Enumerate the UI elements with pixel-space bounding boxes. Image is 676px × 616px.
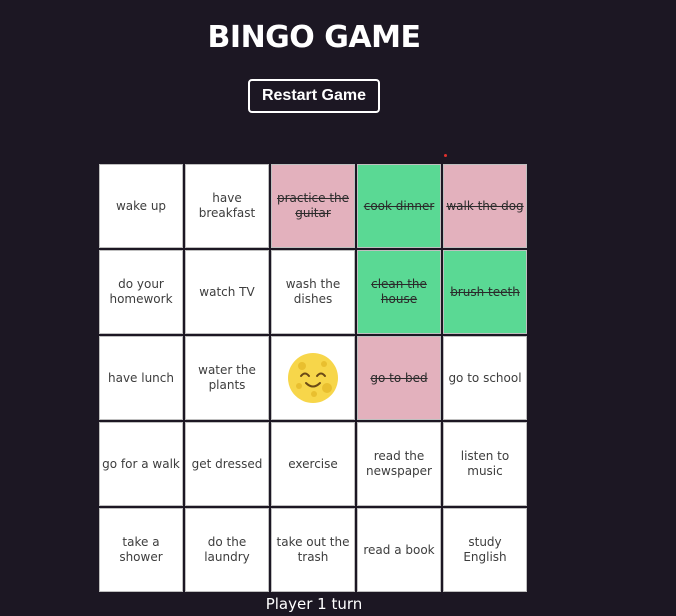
bingo-cell[interactable]: go to school — [443, 336, 527, 420]
cursor-dot — [444, 154, 447, 157]
bingo-cell-label: cook dinner — [363, 198, 435, 213]
bingo-cell-label: brush teeth — [450, 284, 520, 299]
bingo-cell-label: get dressed — [191, 456, 263, 471]
bingo-cell-label: practice the guitar — [276, 191, 350, 220]
bingo-cell[interactable]: wash the dishes — [271, 250, 355, 334]
restart-game-button[interactable]: Restart Game — [248, 79, 380, 113]
bingo-cell[interactable]: have lunch — [99, 336, 183, 420]
bingo-cell-label: water the plants — [198, 363, 256, 392]
bingo-cell-label: exercise — [288, 456, 338, 471]
bingo-cell[interactable]: read the newspaper — [357, 422, 441, 506]
bingo-cell-label: take a shower — [119, 535, 163, 564]
bingo-board: wake up have breakfast practice the guitar… — [99, 164, 527, 592]
bingo-cell[interactable]: read a book — [357, 508, 441, 592]
bingo-cell[interactable]: exercise — [271, 422, 355, 506]
bingo-cell[interactable]: go for a walk — [99, 422, 183, 506]
bingo-cell-label: watch TV — [199, 284, 255, 299]
bingo-cell[interactable]: practice the guitar — [271, 164, 355, 248]
bingo-cell-label: go for a walk — [102, 456, 180, 471]
bingo-cell-label: wake up — [115, 198, 167, 213]
bingo-cell-label: do the laundry — [204, 535, 250, 564]
bingo-cell[interactable]: take out the trash — [271, 508, 355, 592]
bingo-cell-label: listen to music — [460, 449, 510, 478]
bingo-cell[interactable]: cook dinner — [357, 164, 441, 248]
bingo-cell-label: take out the trash — [276, 535, 350, 564]
bingo-cell[interactable]: take a shower — [99, 508, 183, 592]
moon-face-icon — [287, 352, 339, 404]
bingo-cell[interactable]: walk the dog — [443, 164, 527, 248]
bingo-cell[interactable]: study English — [443, 508, 527, 592]
bingo-cell[interactable]: do the laundry — [185, 508, 269, 592]
game-title: BINGO GAME — [207, 20, 421, 55]
bingo-cell-label: study English — [463, 535, 507, 564]
bingo-cell[interactable]: listen to music — [443, 422, 527, 506]
bingo-cell-label: clean the house — [371, 277, 427, 306]
bingo-cell-label: go to school — [448, 370, 522, 385]
bingo-cell[interactable]: clean the house — [357, 250, 441, 334]
bingo-cell-label: read the newspaper — [366, 449, 432, 478]
bingo-cell-label: wash the dishes — [285, 277, 341, 306]
bingo-cell[interactable]: water the plants — [185, 336, 269, 420]
bingo-cell[interactable]: watch TV — [185, 250, 269, 334]
bingo-cell-label: have lunch — [107, 370, 174, 385]
bingo-cell-label: go to bed — [370, 370, 428, 385]
bingo-cell[interactable]: brush teeth — [443, 250, 527, 334]
bingo-cell-label: read a book — [363, 542, 435, 557]
bingo-cell-label: walk the dog — [446, 198, 524, 213]
bingo-cell[interactable]: wake up — [99, 164, 183, 248]
bingo-cell-label: have breakfast — [198, 191, 256, 220]
free-space-cell[interactable] — [271, 336, 355, 420]
bingo-cell[interactable]: do your homework — [99, 250, 183, 334]
bingo-cell[interactable]: get dressed — [185, 422, 269, 506]
bingo-cell-label: do your homework — [109, 277, 173, 306]
turn-indicator: Player 1 turn — [265, 595, 363, 613]
bingo-cell[interactable]: have breakfast — [185, 164, 269, 248]
bingo-cell[interactable]: go to bed — [357, 336, 441, 420]
